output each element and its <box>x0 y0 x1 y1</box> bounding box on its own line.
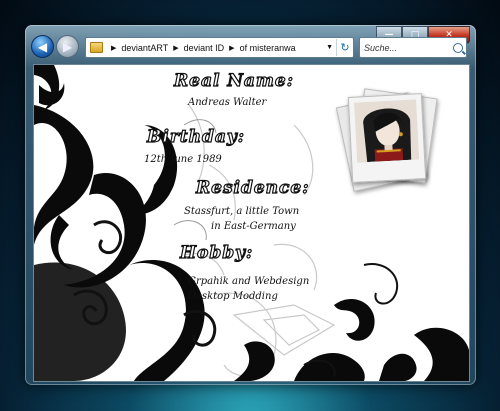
breadcrumb-item[interactable]: of misteranwa <box>240 43 296 53</box>
arrow-right-icon: ▶ <box>62 39 73 54</box>
breadcrumb-item[interactable]: deviantART <box>121 43 168 53</box>
forward-button[interactable]: ▶ <box>56 35 79 58</box>
chevron-right-icon[interactable]: ▶ <box>111 44 116 52</box>
folder-icon <box>90 42 103 53</box>
chevron-down-icon[interactable]: ▼ <box>323 44 336 51</box>
arrow-left-icon: ◀ <box>37 39 48 54</box>
residence-line: in East-Germany <box>211 221 296 232</box>
breadcrumb-item[interactable]: deviant ID <box>184 43 225 53</box>
hobby-heading: Hobby: <box>179 242 254 263</box>
real-name-value: Andreas Walter <box>188 97 267 108</box>
search-box[interactable]: Suche... <box>359 37 467 58</box>
refresh-icon[interactable]: ↻ <box>336 39 353 56</box>
chevron-right-icon[interactable]: ▶ <box>173 44 178 52</box>
explorer-window: — □ ✕ ◀ ▶ ▶ deviantART ▶ deviant ID ▶ of… <box>25 25 476 385</box>
birthday-heading: Birthday: <box>146 126 246 147</box>
residence-line: Stassfurt, a little Town <box>184 206 300 217</box>
birthday-value: 12th June 1989 <box>144 154 222 165</box>
back-button[interactable]: ◀ <box>31 35 54 58</box>
portrait-image <box>354 99 420 163</box>
search-icon[interactable] <box>453 42 463 53</box>
hobby-line: Grpahik and Webdesign <box>188 276 310 287</box>
real-name-heading: Real Name: <box>173 70 294 91</box>
address-bar[interactable]: ▶ deviantART ▶ deviant ID ▶ of misteranw… <box>85 37 354 58</box>
profile-photo <box>347 93 427 183</box>
residence-heading: Residence: <box>195 177 310 198</box>
hobby-line: Desktop Modding <box>188 291 278 302</box>
chevron-right-icon[interactable]: ▶ <box>229 44 234 52</box>
search-input[interactable]: Suche... <box>360 43 397 53</box>
wallpaper-content: Real Name: Andreas Walter Birthday: 12th… <box>33 64 470 382</box>
